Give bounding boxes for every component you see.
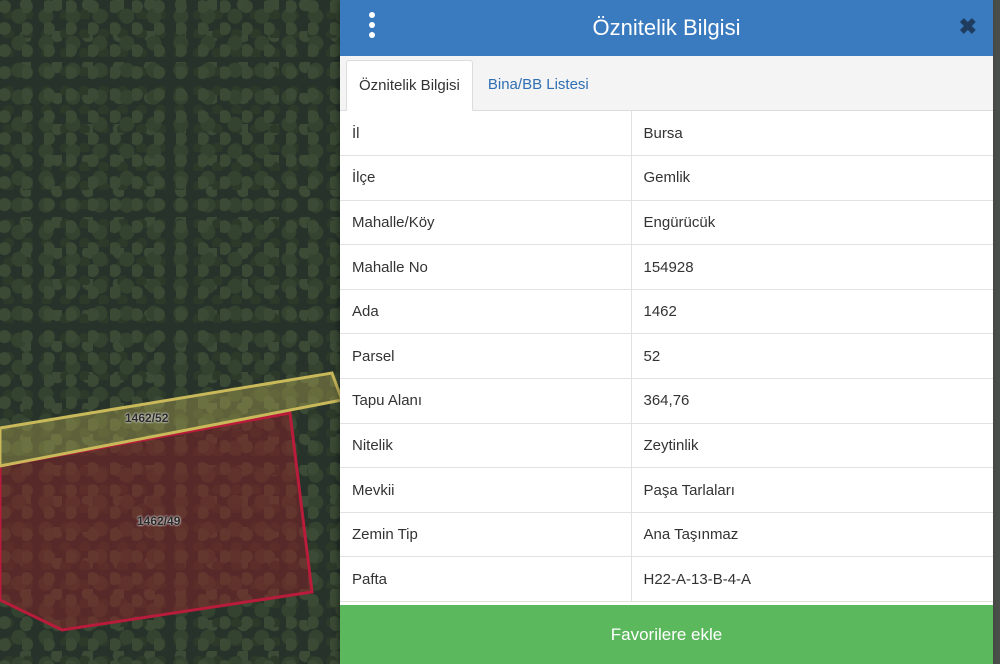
row-key: İl [340, 111, 632, 157]
table-row: İlçe Gemlik [340, 155, 993, 201]
table-row: Tapu Alanı 364,76 [340, 378, 993, 424]
table-row: Mahalle No 154928 [340, 244, 993, 290]
table-row: İl Bursa [340, 111, 993, 157]
table-row: Ada 1462 [340, 289, 993, 335]
attribute-panel: Öznitelik Bilgisi ✖ Öznitelik Bilgisi Bi… [340, 0, 993, 664]
row-value: Engürücük [631, 200, 993, 246]
row-key: Mahalle/Köy [340, 200, 632, 246]
row-value: Ana Taşınmaz [631, 512, 993, 558]
table-row: Zemin Tip Ana Taşınmaz [340, 512, 993, 558]
table-row: Parsel 52 [340, 333, 993, 380]
row-key: Parsel [340, 333, 632, 380]
table-row: Mevkii Paşa Tarlaları [340, 467, 993, 513]
parcel-label-1462-49: 1462/49 [137, 514, 181, 528]
row-key: İlçe [340, 155, 632, 201]
table-row: Mahalle/Köy Engürücük [340, 200, 993, 246]
row-key: Zemin Tip [340, 512, 632, 558]
table-row: Pafta H22-A-13-B-4-A [340, 556, 993, 603]
add-to-favorites-button[interactable]: Favorilere ekle [340, 605, 993, 664]
row-value: H22-A-13-B-4-A [631, 556, 993, 603]
row-key: Nitelik [340, 423, 632, 469]
row-value: Zeytinlik [631, 423, 993, 469]
tab-attribute-info[interactable]: Öznitelik Bilgisi [346, 60, 473, 111]
row-value: 364,76 [631, 378, 993, 424]
row-key: Ada [340, 289, 632, 335]
row-value: 154928 [631, 244, 993, 290]
tab-bar: Öznitelik Bilgisi Bina/BB Listesi [340, 56, 993, 111]
scrollbar-edge [993, 0, 1000, 664]
row-value: Gemlik [631, 155, 993, 201]
parcel-label-1462-52: 1462/52 [125, 411, 169, 425]
row-key: Mevkii [340, 467, 632, 513]
attribute-table: İl Bursa İlçe Gemlik Mahalle/Köy Engürücük … [340, 111, 993, 603]
tab-building-list[interactable]: Bina/BB Listesi [473, 59, 601, 110]
table-row: Nitelik Zeytinlik [340, 423, 993, 469]
panel-title: Öznitelik Bilgisi [592, 15, 741, 40]
row-key: Pafta [340, 556, 632, 603]
row-value: 1462 [631, 289, 993, 335]
row-value: Bursa [631, 111, 993, 157]
panel-header: Öznitelik Bilgisi ✖ [340, 0, 993, 56]
row-key: Mahalle No [340, 244, 632, 290]
close-icon[interactable]: ✖ [959, 14, 977, 40]
row-key: Tapu Alanı [340, 378, 632, 424]
vertical-dots-icon[interactable] [366, 12, 378, 40]
row-value: Paşa Tarlaları [631, 467, 993, 513]
row-value: 52 [631, 333, 993, 380]
